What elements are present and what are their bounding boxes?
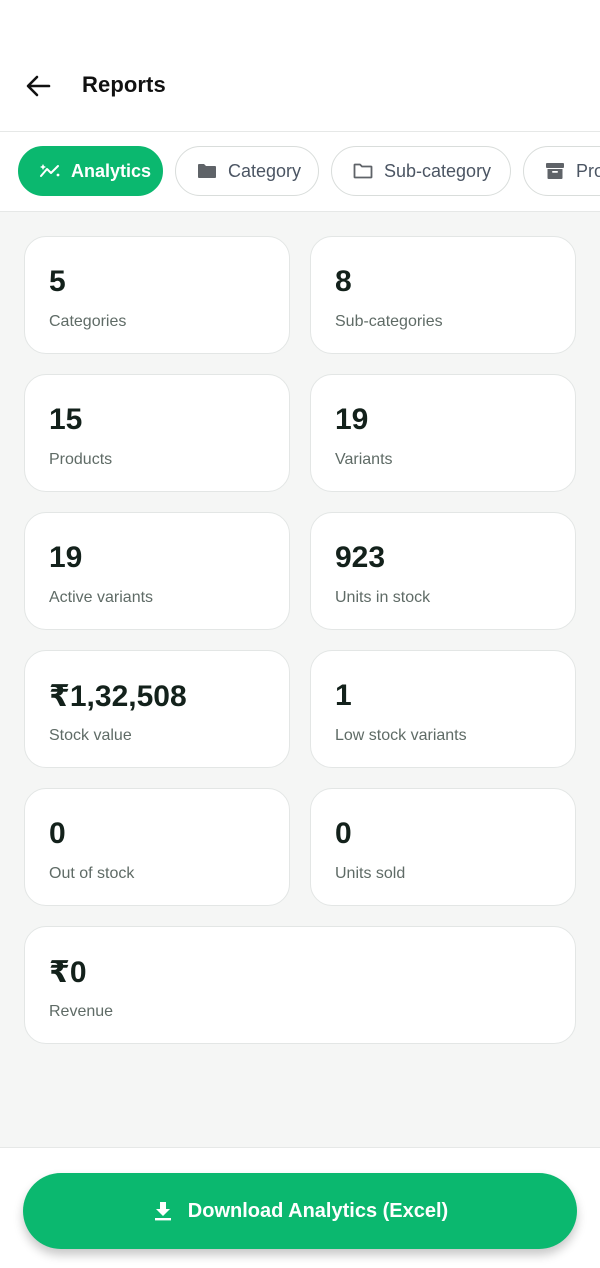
stat-card-categories: 5 Categories [24, 236, 290, 354]
stat-label: Sub-categories [335, 313, 443, 330]
stat-value: 1 [335, 679, 352, 712]
tab-products[interactable]: Pro [523, 146, 600, 196]
stat-card-low-stock-variants: 1 Low stock variants [310, 650, 576, 768]
stat-label: Stock value [49, 727, 132, 744]
folder-filled-icon [196, 160, 218, 182]
download-analytics-button[interactable]: Download Analytics (Excel) [23, 1173, 577, 1249]
folder-outline-icon [352, 160, 374, 182]
stat-label: Units in stock [335, 589, 431, 606]
stat-label: Low stock variants [335, 727, 467, 744]
stat-value: 0 [335, 817, 352, 850]
stat-card-products: 15 Products [24, 374, 290, 492]
stat-value: 19 [335, 403, 369, 436]
stat-card-stock-value: ₹1,32,508 Stock value [24, 650, 290, 768]
stat-value: 19 [49, 541, 83, 574]
tab-label: Pro [576, 160, 600, 181]
download-icon [154, 1202, 171, 1221]
tab-category[interactable]: Category [175, 146, 319, 196]
tab-label: Analytics [71, 160, 152, 181]
stat-value: 5 [49, 265, 66, 298]
stat-label: Active variants [49, 589, 154, 606]
stat-card-variants: 19 Variants [310, 374, 576, 492]
analytics-trend-icon [39, 160, 61, 182]
tab-sub-category[interactable]: Sub-category [331, 146, 511, 196]
stat-card-units-in-stock: 923 Units in stock [310, 512, 576, 630]
stat-value: 8 [335, 265, 352, 298]
stat-label: Revenue [49, 1003, 114, 1020]
back-button[interactable] [20, 68, 56, 104]
tab-label: Sub-category [384, 160, 492, 181]
stat-label: Units sold [335, 865, 406, 882]
stat-card-units-sold: 0 Units sold [310, 788, 576, 906]
stat-label: Products [49, 451, 113, 468]
footer-bar: Download Analytics (Excel) [0, 1147, 600, 1268]
page-title: Reports [82, 72, 166, 97]
download-button-label: Download Analytics (Excel) [187, 1199, 449, 1222]
stat-label: Variants [335, 451, 393, 468]
stat-value: 0 [49, 817, 66, 850]
report-tabs: Analytics Category Sub-category Pro [0, 132, 600, 212]
stat-value: 923 [335, 541, 386, 574]
stat-card-revenue: ₹0 Revenue [24, 926, 576, 1044]
archive-box-icon [544, 160, 566, 182]
tab-analytics[interactable]: Analytics [18, 146, 163, 196]
stat-label: Out of stock [49, 865, 135, 882]
stat-card-active-variants: 19 Active variants [24, 512, 290, 630]
stat-card-sub-categories: 8 Sub-categories [310, 236, 576, 354]
app-header: Reports [0, 0, 600, 132]
stat-value: 15 [49, 403, 83, 436]
stat-card-out-of-stock: 0 Out of stock [24, 788, 290, 906]
arrow-left-icon [26, 75, 51, 97]
stat-value: ₹1,32,508 [49, 680, 187, 713]
stat-value: ₹0 [49, 956, 87, 989]
stat-label: Categories [49, 313, 127, 330]
tab-label: Category [228, 160, 302, 181]
